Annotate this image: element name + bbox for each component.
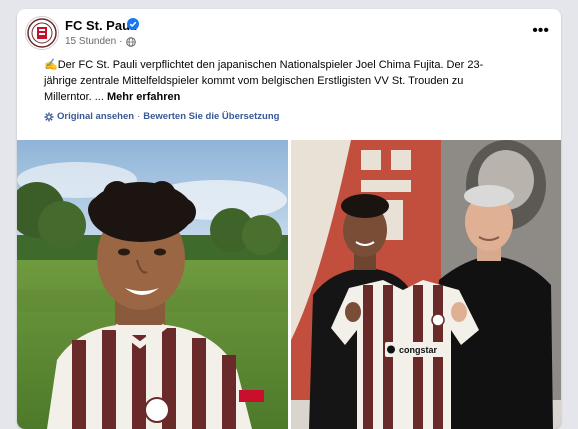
photo-player-selfie[interactable] (17, 140, 288, 429)
dot-separator: · (119, 36, 123, 47)
post-text-line1: Der FC St. Pauli verpflichtet den japani… (57, 59, 484, 71)
link-separator: · (137, 111, 141, 122)
globe-icon (125, 36, 136, 47)
post-text-line2: jährige zentrale Mittelfeldspieler kommt… (44, 75, 464, 87)
rate-translation-link[interactable]: Bewerten Sie die Übersetzung (143, 111, 279, 122)
writing-hand-emoji: ✍️ (44, 59, 58, 71)
player-signing-image: congstar (291, 140, 561, 429)
post-text: ✍️Der FC St. Pauli verpflichtet den japa… (44, 57, 544, 105)
photo-grid: congstar (17, 140, 561, 429)
post-meta: 15 Stunden · (65, 36, 136, 47)
see-original-link[interactable]: Original ansehen (57, 111, 134, 122)
page-avatar[interactable] (25, 16, 59, 50)
verified-badge-icon (127, 18, 139, 30)
jersey-sponsor-text: congstar (399, 345, 438, 355)
gear-icon (44, 112, 54, 121)
post-timestamp[interactable]: 15 Stunden (65, 36, 116, 47)
more-options-button[interactable]: ••• (532, 22, 549, 40)
post-text-line3: Millerntor. ... (44, 91, 104, 103)
see-more-link[interactable]: Mehr erfahren (107, 91, 180, 103)
player-selfie-image (17, 140, 288, 429)
club-logo-icon (27, 18, 57, 48)
post-card: FC St. Pauli 15 Stunden · ••• ✍️Der FC S… (17, 9, 561, 429)
translation-bar: Original ansehen · Bewerten Sie die Überse… (44, 111, 279, 122)
photo-jersey-presentation[interactable]: congstar (291, 140, 561, 429)
post-header: FC St. Pauli 15 Stunden · ••• (17, 9, 561, 57)
